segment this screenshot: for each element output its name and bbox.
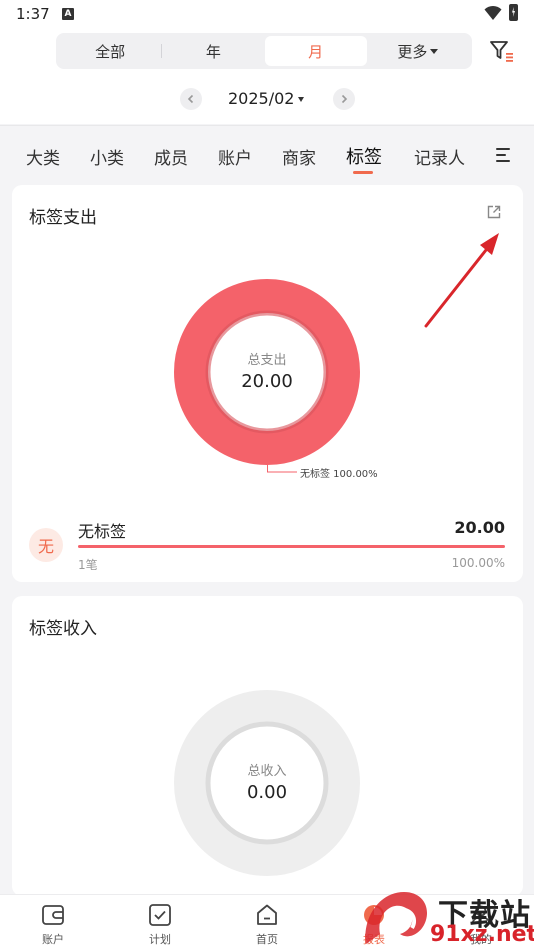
wifi-icon xyxy=(484,5,502,20)
donut-legend-label: 无标签 100.00% xyxy=(300,469,378,480)
nav-home[interactable]: 首页 xyxy=(237,895,297,950)
filter-icon[interactable] xyxy=(489,39,515,63)
income-donut-chart[interactable]: 总收入 0.00 xyxy=(174,690,360,876)
watermark-url: 91xz.net xyxy=(430,922,534,947)
period-more[interactable]: 更多 xyxy=(367,36,469,66)
chevron-left-icon xyxy=(187,94,194,104)
nav-plan[interactable]: 计划 xyxy=(130,895,190,950)
tab-account[interactable]: 账户 xyxy=(218,144,252,169)
nav-account-label: 账户 xyxy=(42,933,64,946)
card-title: 标签支出 xyxy=(29,208,97,228)
status-time: 1:37 xyxy=(16,5,50,23)
wallet-icon xyxy=(42,905,64,925)
chevron-right-icon xyxy=(341,94,348,104)
category-tabs: 大类 小类 成员 账户 商家 标签 记录人 xyxy=(0,125,534,177)
export-icon[interactable] xyxy=(486,204,502,220)
date-caret-icon[interactable] xyxy=(298,97,304,102)
period-year-label: 年 xyxy=(205,42,221,61)
top-bar: 1:37 A 全部 年 月 更多 2025/02 xyxy=(0,0,534,124)
period-selector: 全部 年 月 更多 xyxy=(56,33,472,69)
legend-leader-line xyxy=(267,461,297,473)
expense-donut-chart[interactable]: 总支出 20.00 xyxy=(174,279,360,465)
tag-percent: 100.00% xyxy=(451,556,505,570)
period-month[interactable]: 月 xyxy=(264,36,367,66)
nav-home-label: 首页 xyxy=(256,933,278,946)
card-title: 标签收入 xyxy=(29,619,97,639)
annotation-arrow xyxy=(424,233,499,328)
battery-icon xyxy=(509,4,518,21)
tag-ratio-bar xyxy=(78,545,505,548)
next-month-button[interactable] xyxy=(333,88,355,110)
tab-recorder[interactable]: 记录人 xyxy=(414,144,465,169)
tab-minor-category[interactable]: 小类 xyxy=(90,144,124,169)
chevron-down-icon xyxy=(430,48,439,54)
tag-avatar: 无 xyxy=(29,528,63,562)
menu-icon[interactable] xyxy=(496,148,512,162)
donut-center-value: 0.00 xyxy=(246,782,288,803)
tag-name: 无标签 xyxy=(78,522,127,541)
period-all[interactable]: 全部 xyxy=(59,36,161,66)
prev-month-button[interactable] xyxy=(180,88,202,110)
status-bar: 1:37 A xyxy=(0,0,534,28)
period-year[interactable]: 年 xyxy=(162,36,264,66)
notification-icon: A xyxy=(62,8,74,20)
home-icon xyxy=(257,904,277,925)
period-all-label: 全部 xyxy=(95,42,126,61)
date-navigator: 2025/02 xyxy=(0,84,534,114)
tag-count: 1笔 xyxy=(78,558,98,572)
current-month-label[interactable]: 2025/02 xyxy=(228,89,294,108)
tab-member[interactable]: 成员 xyxy=(154,144,188,169)
tag-income-card: 标签收入 总收入 0.00 xyxy=(12,596,523,896)
nav-plan-label: 计划 xyxy=(149,933,171,946)
nav-account[interactable]: 账户 xyxy=(23,895,83,950)
period-more-label: 更多 xyxy=(397,42,428,61)
donut-center-value: 20.00 xyxy=(241,371,293,392)
donut-center-label: 总收入 xyxy=(247,764,287,779)
tab-merchant[interactable]: 商家 xyxy=(282,144,316,169)
donut-center-label: 总支出 xyxy=(247,353,287,368)
active-tab-indicator xyxy=(353,171,373,174)
tab-major-category[interactable]: 大类 xyxy=(26,144,60,169)
tab-tag[interactable]: 标签 xyxy=(346,143,382,169)
period-month-label: 月 xyxy=(308,42,324,61)
checklist-icon xyxy=(149,904,171,926)
tag-amount: 20.00 xyxy=(454,518,505,537)
